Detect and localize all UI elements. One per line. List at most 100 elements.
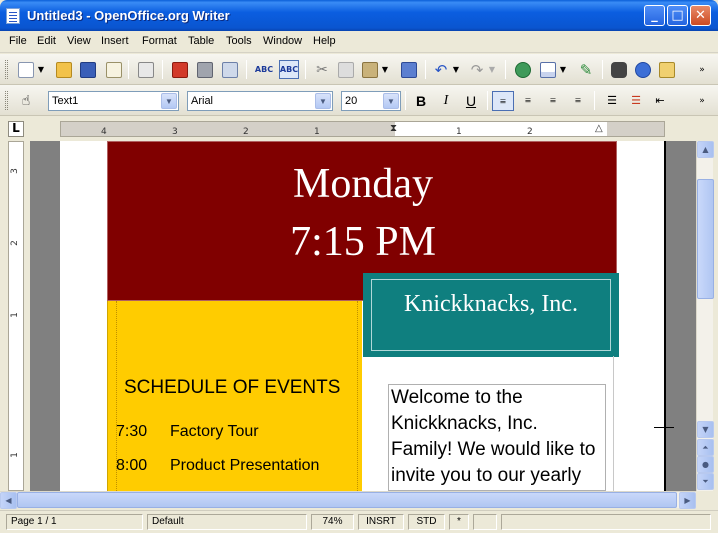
schedule-block[interactable]: SCHEDULE OF EVENTS 7:30 Factory Tour 8:00…: [107, 301, 362, 491]
align-left-icon[interactable]: ≡: [492, 91, 514, 111]
toolbar-grip[interactable]: [5, 91, 8, 110]
spellcheck-icon[interactable]: ABC: [254, 60, 274, 79]
gallery-icon[interactable]: [657, 60, 677, 79]
menu-table[interactable]: Table: [188, 35, 214, 47]
previous-page-icon[interactable]: ⏶: [697, 439, 714, 456]
status-zoom[interactable]: 74%: [311, 514, 354, 530]
menu-file[interactable]: File: [9, 35, 27, 47]
scroll-right-icon[interactable]: ▶: [679, 492, 696, 509]
format-paintbrush-icon[interactable]: [399, 60, 419, 79]
horizontal-ruler[interactable]: 4 3 2 1 1 2 ⧗ △: [60, 121, 665, 137]
redo-icon[interactable]: ↷: [467, 60, 487, 79]
status-insert-mode[interactable]: INSRT: [358, 514, 404, 530]
next-page-icon[interactable]: ⏷: [697, 473, 714, 490]
navigator-icon[interactable]: [633, 60, 653, 79]
font-size-select[interactable]: 20 ▼: [341, 91, 401, 111]
maximize-button[interactable]: □: [667, 5, 688, 26]
bullets-icon[interactable]: ☰: [625, 91, 647, 111]
chevron-down-icon[interactable]: ▼: [315, 93, 331, 109]
formatting-toolbar: ☝ Text1 ▼ Arial ▼ 20 ▼ B I U ≡ ≡ ≡ ≡ ☰ ☰…: [0, 85, 718, 116]
scroll-down-icon[interactable]: ▼: [697, 421, 714, 438]
schedule-title[interactable]: SCHEDULE OF EVENTS: [124, 377, 340, 399]
italic-button[interactable]: I: [435, 91, 457, 111]
paragraph-style-select[interactable]: Text1 ▼: [48, 91, 179, 111]
menu-insert[interactable]: Insert: [101, 35, 129, 47]
save-icon[interactable]: [78, 60, 98, 79]
open-icon[interactable]: [54, 60, 74, 79]
tab-stop-selector[interactable]: L: [8, 121, 24, 137]
menu-help[interactable]: Help: [313, 35, 336, 47]
undo-icon[interactable]: ↶: [431, 60, 451, 79]
close-button[interactable]: ✕: [690, 5, 711, 26]
hyperlink-icon[interactable]: [513, 60, 533, 79]
email-icon[interactable]: [104, 60, 124, 79]
draw-icon[interactable]: ✎: [576, 60, 596, 79]
document-page[interactable]: Monday 7:15 PM SCHEDULE OF EVENTS 7:30 Fa…: [60, 141, 674, 491]
cut-icon[interactable]: ✂: [312, 60, 332, 79]
copy-icon[interactable]: [336, 60, 356, 79]
horizontal-scroll-thumb[interactable]: [17, 492, 677, 508]
chevron-down-icon[interactable]: ▼: [380, 60, 390, 79]
new-icon[interactable]: [16, 60, 36, 79]
underline-button[interactable]: U: [460, 91, 482, 111]
indent-marker-icon[interactable]: ⧗: [390, 123, 397, 134]
vertical-ruler[interactable]: 3 2 1 1: [8, 141, 24, 491]
company-block[interactable]: Knickknacks, Inc.: [363, 273, 619, 357]
chevron-down-icon[interactable]: ▼: [161, 93, 177, 109]
chevron-down-icon[interactable]: ▼: [383, 93, 399, 109]
menu-format[interactable]: Format: [142, 35, 177, 47]
company-name[interactable]: Knickknacks, Inc.: [363, 291, 619, 318]
schedule-row[interactable]: 7:30 Factory Tour: [116, 423, 259, 441]
status-selection-mode[interactable]: STD: [408, 514, 445, 530]
pdf-icon[interactable]: [170, 60, 190, 79]
align-center-icon[interactable]: ≡: [517, 91, 539, 111]
chevron-down-icon[interactable]: ▼: [487, 60, 497, 79]
time-heading[interactable]: 7:15 PM: [108, 218, 618, 266]
paste-icon[interactable]: [360, 60, 380, 79]
styles-icon[interactable]: ☝: [16, 91, 36, 110]
autospell-icon[interactable]: ABC: [279, 60, 299, 79]
vertical-scrollbar[interactable]: ▲ ▼ ⏶ ● ⏷: [696, 141, 714, 491]
menu-tools[interactable]: Tools: [226, 35, 252, 47]
chevron-down-icon[interactable]: ▼: [36, 60, 46, 79]
scroll-up-icon[interactable]: ▲: [697, 141, 714, 158]
decrease-indent-icon[interactable]: ⇤: [649, 91, 671, 111]
standard-toolbar: ▼ ABC ABC ✂ ▼ ↶ ▼ ↷ ▼ ▼ ✎ »: [0, 54, 718, 85]
preview-icon[interactable]: [220, 60, 240, 79]
menu-edit[interactable]: Edit: [37, 35, 56, 47]
vertical-scroll-thumb[interactable]: [697, 179, 714, 299]
table-icon[interactable]: [538, 60, 558, 79]
print-icon[interactable]: [195, 60, 215, 79]
numbering-icon[interactable]: ☰: [601, 91, 623, 111]
menu-window[interactable]: Window: [263, 35, 302, 47]
status-page-style[interactable]: Default: [147, 514, 307, 530]
toolbar-overflow-icon[interactable]: »: [695, 91, 709, 110]
status-page[interactable]: Page 1 / 1: [6, 514, 143, 530]
horizontal-scrollbar[interactable]: ◀ ▶: [0, 491, 696, 509]
chevron-down-icon[interactable]: ▼: [451, 60, 461, 79]
status-signature: [473, 514, 497, 530]
status-info: [501, 514, 711, 530]
bold-button[interactable]: B: [410, 91, 432, 111]
font-name-select[interactable]: Arial ▼: [187, 91, 333, 111]
schedule-row[interactable]: 8:00 Product Presentation: [116, 457, 319, 475]
chevron-down-icon[interactable]: ▼: [558, 60, 568, 79]
scroll-left-icon[interactable]: ◀: [0, 492, 17, 509]
welcome-text[interactable]: Welcome to the Knickknacks, Inc. Family!…: [391, 385, 605, 489]
find-icon[interactable]: [609, 60, 629, 79]
title-bar: Untitled3 - OpenOffice.org Writer _ □ ✕: [0, 0, 718, 31]
navigation-icon[interactable]: ●: [697, 456, 714, 473]
menu-view[interactable]: View: [67, 35, 91, 47]
toolbar-grip[interactable]: [5, 60, 8, 79]
toolbar-overflow-icon[interactable]: »: [695, 60, 709, 79]
edit-icon[interactable]: [136, 60, 156, 79]
align-right-icon[interactable]: ≡: [542, 91, 564, 111]
right-indent-marker-icon[interactable]: △: [595, 123, 603, 134]
day-heading[interactable]: Monday: [108, 160, 618, 208]
justify-icon[interactable]: ≡: [567, 91, 589, 111]
minimize-button[interactable]: _: [644, 5, 665, 26]
window-title: Untitled3 - OpenOffice.org Writer: [27, 8, 230, 23]
document-area[interactable]: Monday 7:15 PM SCHEDULE OF EVENTS 7:30 Fa…: [30, 141, 696, 491]
welcome-text-frame[interactable]: Welcome to the Knickknacks, Inc. Family!…: [388, 384, 606, 491]
status-bar: Page 1 / 1 Default 74% INSRT STD *: [0, 510, 718, 533]
